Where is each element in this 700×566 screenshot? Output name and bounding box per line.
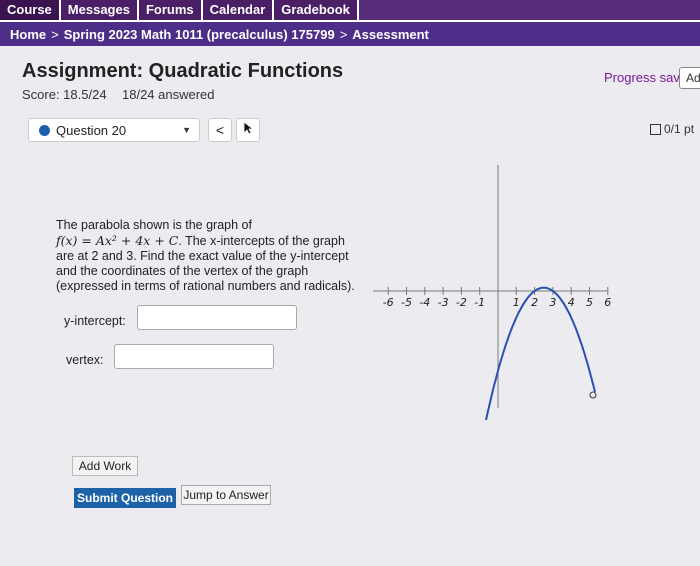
x-tick-label: 6 [604,296,611,309]
x-tick-label: 5 [586,296,593,309]
question-select-value: Question 20 [56,122,127,138]
breadcrumb-home[interactable]: Home [10,27,46,42]
x-tick-label: -2 [456,296,467,309]
x-tick-label: -3 [438,296,449,309]
question-select[interactable]: Question 20 ▼ [28,118,200,142]
x-tick-label: -4 [419,296,430,309]
jump-to-answer-button[interactable]: Jump to Answer [181,485,271,505]
question-line-1: The parabola shown is the graph of [56,218,252,232]
y-intercept-label: y-intercept: [64,314,126,328]
x-tick-label: 4 [568,296,575,309]
breadcrumb-separator: > [339,26,348,42]
question-formula: f(x) = Ax² + 4x + C [56,233,179,248]
next-question-button[interactable] [236,118,260,142]
answered-count: 18/24 answered [122,87,215,102]
points-display: 0/1 pt [650,122,694,136]
x-tick-label: -5 [401,296,412,309]
score-text: Score: 18.5/24 [22,87,107,102]
nav-calendar[interactable]: Calendar [202,0,275,20]
x-tick-label: -1 [474,296,485,309]
question-and: and [101,249,123,263]
x-intercept-2: 3 [126,249,134,263]
x-intercept-1: 2 [91,249,99,263]
x-tick-label: 2 [531,296,538,309]
x-axis-tick-labels: -6 -5 -4 -3 -2 -1 1 2 3 4 5 6 [383,296,612,309]
previous-question-button[interactable]: < [208,118,232,142]
breadcrumb-course[interactable]: Spring 2023 Math 1011 (precalculus) 1757… [64,27,335,42]
question-line-3: Find the exact value of the y-intercept … [56,249,355,293]
add-work-button[interactable]: Add Work [72,456,138,476]
points-value: 0/1 pt [664,122,695,136]
submit-question-button[interactable]: Submit Question [74,488,176,508]
question-text: The parabola shown is the graph of f(x) … [56,218,355,293]
top-nav: Course Messages Forums Calendar Gradeboo… [0,0,700,20]
nav-messages[interactable]: Messages [60,0,139,20]
checkbox-icon [650,123,661,135]
page-title: Assignment: Quadratic Functions [22,60,344,82]
nav-gradebook[interactable]: Gradebook [274,0,359,20]
endpoint-marker [589,391,597,399]
x-tick-label: 1 [513,296,520,309]
ad-button[interactable]: Ad [679,67,700,89]
vertex-label: vertex: [66,353,104,367]
chevron-down-icon: ▼ [182,125,191,135]
parabola-graph: -6 -5 -4 -3 -2 -1 1 2 3 4 5 6 [373,165,612,420]
breadcrumb: Home > Spring 2023 Math 1011 (precalculu… [0,20,700,46]
vertex-input[interactable] [114,344,274,369]
cursor-icon [243,121,255,135]
x-tick-label: 3 [549,296,556,309]
breadcrumb-separator: > [51,26,59,42]
nav-forums[interactable]: Forums [138,0,203,20]
breadcrumb-current: Assessment [352,26,429,42]
x-tick-label: -6 [383,296,394,309]
y-intercept-input[interactable] [137,305,297,330]
status-dot-icon [39,124,50,136]
nav-course[interactable]: Course [0,0,61,20]
